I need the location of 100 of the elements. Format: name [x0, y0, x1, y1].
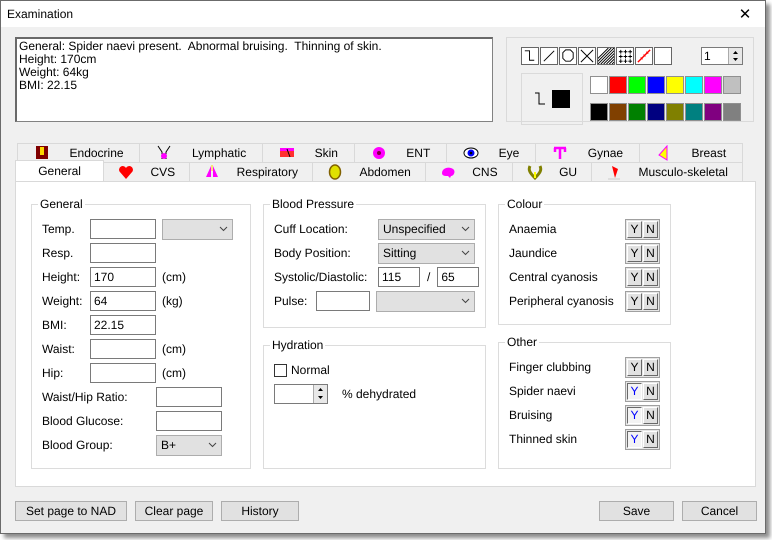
- text-field[interactable]: 22.15: [90, 315, 156, 335]
- color-swatch[interactable]: [628, 102, 646, 120]
- color-swatch[interactable]: [628, 76, 646, 94]
- text-field[interactable]: [156, 411, 222, 431]
- yes-toggle[interactable]: Y: [627, 406, 642, 424]
- color-swatch[interactable]: [666, 76, 684, 94]
- chevron-icon: [461, 250, 470, 256]
- unit-dropdown[interactable]: [162, 218, 233, 240]
- dialog-button[interactable]: Save: [599, 501, 674, 521]
- no-toggle[interactable]: N: [643, 220, 658, 238]
- text-field[interactable]: [156, 387, 222, 407]
- tab[interactable]: Abdomen: [312, 162, 426, 181]
- field-label: Blood Group:: [42, 438, 114, 452]
- text-field[interactable]: [90, 339, 156, 359]
- color-swatch[interactable]: [609, 76, 627, 94]
- tab[interactable]: Musculo-skeletal: [591, 162, 744, 181]
- yes-toggle[interactable]: Y: [627, 292, 642, 310]
- line-width-spinner[interactable]: 1: [701, 47, 743, 65]
- tab-icon: [370, 145, 387, 161]
- yes-toggle[interactable]: Y: [627, 220, 642, 238]
- drawing-tool-button[interactable]: [578, 47, 596, 65]
- no-toggle[interactable]: N: [643, 358, 658, 376]
- cuff-location-dropdown[interactable]: Unspecified: [378, 218, 475, 240]
- diastolic-field[interactable]: 65: [437, 267, 480, 287]
- finding-label: Peripheral cyanosis: [509, 294, 614, 308]
- tab[interactable]: GU: [512, 162, 592, 181]
- yes-toggle[interactable]: Y: [627, 358, 642, 376]
- yes-toggle[interactable]: Y: [627, 430, 642, 448]
- tab[interactable]: General: [15, 160, 104, 181]
- no-toggle[interactable]: N: [643, 292, 658, 310]
- no-toggle[interactable]: N: [643, 406, 658, 424]
- finding-label: Anaemia: [509, 222, 556, 236]
- action-button[interactable]: History: [221, 501, 299, 521]
- text-field[interactable]: [90, 363, 156, 383]
- field-label: Hip:: [42, 366, 64, 380]
- action-button[interactable]: Set page to NAD: [15, 501, 127, 521]
- tab[interactable]: Breast: [638, 143, 743, 162]
- chevron-icon: [208, 442, 217, 448]
- color-swatch[interactable]: [685, 102, 703, 120]
- color-swatch[interactable]: [590, 76, 608, 94]
- color-swatch[interactable]: [704, 102, 722, 120]
- color-swatch[interactable]: [647, 102, 665, 120]
- checkbox-label: Normal: [291, 363, 330, 377]
- field-label: Weight:: [42, 294, 84, 308]
- chevron-icon: [219, 226, 228, 232]
- yes-toggle[interactable]: Y: [627, 244, 642, 262]
- action-button[interactable]: Clear page: [135, 501, 213, 521]
- tab[interactable]: Eye: [446, 143, 536, 162]
- tab[interactable]: Endocrine: [17, 143, 140, 162]
- drawing-tool-button[interactable]: [616, 47, 634, 65]
- tab[interactable]: Lymphatic: [139, 143, 264, 162]
- color-swatch[interactable]: [647, 76, 665, 94]
- systolic-field[interactable]: 115: [378, 267, 420, 287]
- tab[interactable]: CVS: [103, 162, 190, 181]
- drawing-tool-button[interactable]: [521, 47, 539, 65]
- no-toggle[interactable]: N: [643, 430, 658, 448]
- color-swatch[interactable]: [723, 76, 741, 94]
- group-title: Blood Pressure: [271, 197, 356, 211]
- field-label: Waist:: [42, 342, 76, 356]
- notes-field[interactable]: General: Spider naevi present. Abnormal bruising. Thinning of skin. Height: 170cm Weight: 64kg BMI: 22.15: [15, 37, 493, 122]
- dehydration-spinner[interactable]: [274, 384, 328, 404]
- text-field[interactable]: 64: [90, 291, 156, 311]
- color-swatch[interactable]: [609, 102, 627, 120]
- group-title: Hydration: [271, 338, 324, 352]
- text-field[interactable]: 170: [90, 267, 156, 287]
- no-toggle[interactable]: N: [643, 244, 658, 262]
- blood-group-dropdown[interactable]: B+: [156, 434, 222, 456]
- text-field[interactable]: [90, 243, 156, 263]
- tab[interactable]: Gynae: [535, 143, 640, 162]
- text-field[interactable]: [90, 219, 156, 239]
- group-title: Colour: [506, 197, 544, 211]
- finding-label: Central cyanosis: [509, 270, 598, 284]
- drawing-tool-button[interactable]: [540, 47, 558, 65]
- hatch-icon: [598, 48, 614, 64]
- color-swatch[interactable]: [590, 102, 608, 120]
- pulse-dropdown[interactable]: [376, 290, 475, 312]
- finding-label: Spider naevi: [509, 384, 576, 398]
- color-swatch[interactable]: [685, 76, 703, 94]
- yes-toggle[interactable]: Y: [627, 268, 642, 286]
- no-toggle[interactable]: N: [643, 382, 658, 400]
- dialog-button[interactable]: Cancel: [682, 501, 757, 521]
- tab-icon: [526, 164, 543, 180]
- drawing-tool-button[interactable]: [559, 47, 577, 65]
- color-swatch[interactable]: [723, 102, 741, 120]
- tab[interactable]: ENT: [354, 143, 448, 162]
- octagon-icon: [560, 48, 576, 64]
- field-label: Pulse:: [274, 294, 308, 308]
- color-swatch[interactable]: [666, 102, 684, 120]
- normal-checkbox[interactable]: [274, 364, 287, 376]
- color-swatch[interactable]: [704, 76, 722, 94]
- no-toggle[interactable]: N: [643, 268, 658, 286]
- body-position-dropdown[interactable]: Sitting: [378, 242, 475, 264]
- drawing-tool-button[interactable]: [597, 47, 615, 65]
- pulse-field[interactable]: [316, 291, 370, 311]
- chevron-icon: [461, 298, 470, 304]
- tab[interactable]: CNS: [424, 162, 513, 181]
- field-label: Waist/Hip Ratio:: [42, 390, 129, 404]
- tab[interactable]: Respiratory: [189, 162, 314, 181]
- yes-toggle[interactable]: Y: [627, 382, 642, 400]
- tab-icon: [34, 145, 50, 161]
